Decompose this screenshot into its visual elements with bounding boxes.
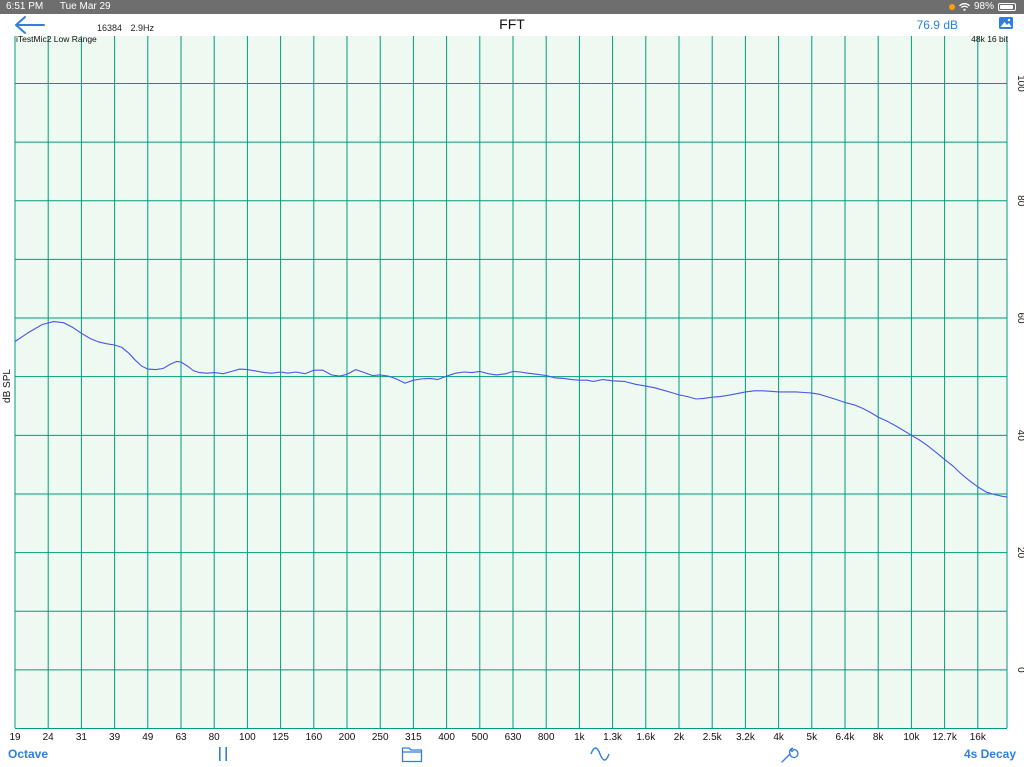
x-tick-label: 24 [43,732,55,743]
fft-info: 16384 2.9Hz [97,23,160,33]
x-tick-label: 31 [76,732,88,743]
x-tick-label: 315 [405,732,422,743]
x-tick-label: 1k [574,732,586,743]
y-tick-label: 20 [1015,547,1024,559]
mic-indicator-icon [948,3,955,10]
x-tick-label: 2k [674,732,686,743]
x-tick-label: 49 [142,732,154,743]
x-tick-label: 3.2k [736,732,756,743]
x-tick-label: 16k [970,732,987,743]
x-tick-label: 5k [807,732,819,743]
octave-button[interactable]: Octave [8,747,48,761]
fft-size: 16384 [97,23,123,33]
wifi-icon [959,2,970,11]
x-tick-label: 630 [505,732,522,743]
level-readout[interactable]: 76.9 dB [917,18,958,32]
image-icon[interactable] [998,16,1014,30]
y-tick-label: 60 [1015,312,1024,324]
battery-percentage: 98% [973,1,994,12]
x-tick-label: 39 [109,732,121,743]
x-tick-label: 400 [438,732,455,743]
x-tick-label: 500 [471,732,488,743]
bottom-toolbar: Octave 4s Decay [0,743,1024,767]
fft-resolution: 2.9Hz [130,23,155,33]
x-tick-label: 2.5k [703,732,723,743]
x-tick-label: 80 [209,732,221,743]
x-tick-label: 8k [873,732,885,743]
x-tick-label: 19 [9,732,21,743]
folder-icon[interactable] [401,745,423,763]
y-tick-label: 0 [1015,667,1024,673]
x-tick-label: 10k [903,732,920,743]
x-tick-labels: 19 24 31 39 49 63 80 100 125 160 200 250 315 400 500 63… [9,732,986,743]
y-tick-label: 80 [1015,195,1024,207]
fft-chart[interactable]: iTestMic2 Low Range 48k 16 bit dB SPL 10… [0,36,1024,743]
x-tick-label: 800 [538,732,555,743]
x-tick-label: 1.6k [636,732,656,743]
status-date: Tue Mar 29 [59,1,111,12]
y-axis-label: dB SPL [2,369,13,403]
x-tick-label: 160 [305,732,322,743]
y-tick-label: 40 [1015,430,1024,442]
x-tick-label: 100 [239,732,256,743]
status-bar: 6:51 PM Tue Mar 29 98% [0,0,1024,14]
x-tick-label: 63 [175,732,187,743]
sine-wave-icon[interactable] [589,745,611,763]
pause-icon[interactable] [216,745,230,763]
x-tick-label: 250 [372,732,389,743]
x-tick-label: 6.4k [836,732,856,743]
y-tick-label: 100 [1015,75,1024,92]
y-tick-labels: 100 80 60 40 20 0 [1015,75,1024,673]
status-time: 6:51 PM [6,1,44,12]
back-arrow-icon[interactable] [12,14,48,36]
decay-button[interactable]: 4s Decay [964,747,1016,761]
battery-icon [998,2,1016,11]
wrench-icon[interactable] [779,745,799,765]
x-tick-label: 4k [773,732,785,743]
x-tick-label: 200 [339,732,356,743]
nav-bar: 16384 2.9Hz FFT 76.9 dB [0,14,1024,36]
plot-area [15,36,1007,728]
x-tick-label: 12.7k [932,732,957,743]
input-device-label: iTestMic2 Low Range [16,36,97,44]
x-tick-label: 125 [272,732,289,743]
x-tick-label: 1.3k [603,732,623,743]
sample-format-label: 48k 16 bit [971,36,1008,44]
